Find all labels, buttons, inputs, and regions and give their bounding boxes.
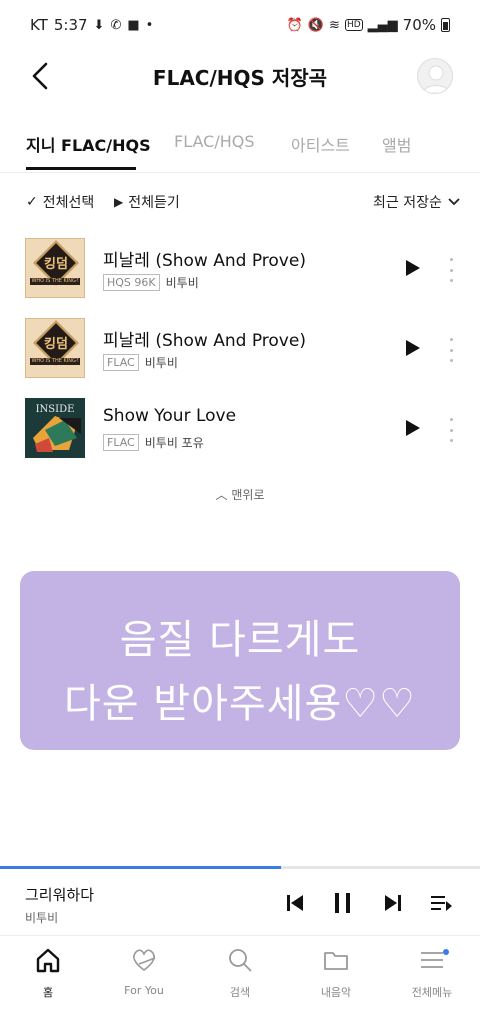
tab-album[interactable]: 앨범 — [382, 132, 411, 156]
nav-my-music[interactable]: 내음악 — [288, 946, 384, 1000]
message-icon: ■ — [127, 17, 140, 33]
track-title: Show Your Love — [103, 406, 237, 426]
heart-arrow-icon — [133, 949, 156, 971]
nav-label: 전체메뉴 — [411, 986, 453, 999]
play-all-label: 전체듣기 — [128, 195, 180, 211]
list-toolbar: ✓ 전체선택 ▶ 전체듣기 최근 저장순 — [0, 187, 480, 217]
nav-home[interactable]: 홈 — [0, 946, 96, 1000]
track-title: 피날레 (Show And Prove) — [103, 251, 306, 271]
track-title: 피날레 (Show And Prove) — [103, 331, 306, 351]
track-row[interactable]: 킹덤 WHO IS THE KING? 피날레 (Show And Prove)… — [0, 318, 480, 398]
album-cover: 킹덤 WHO IS THE KING? — [25, 238, 85, 298]
chevron-up-icon: ︿ — [215, 488, 228, 502]
next-button[interactable] — [381, 891, 405, 915]
menu-icon — [421, 952, 443, 968]
battery-percent: 70% — [402, 16, 436, 34]
nav-all-menu[interactable]: 전체메뉴 — [384, 946, 480, 1000]
nav-label: For You — [124, 984, 164, 997]
more-vertical-icon — [449, 418, 453, 421]
track-artist: 비투비 — [165, 276, 199, 290]
skip-next-icon — [385, 895, 401, 911]
app-header: FLAC/HQS 저장곡 — [0, 50, 480, 105]
cover-title: 킹덤 — [44, 257, 68, 272]
play-icon — [406, 260, 420, 276]
cover-band: WHO IS THE KING? — [30, 278, 80, 285]
mini-player[interactable]: 그리워하다 비투비 — [0, 869, 480, 935]
play-icon — [406, 420, 420, 436]
skip-previous-icon — [287, 895, 303, 911]
tab-artist[interactable]: 아티스트 — [291, 132, 350, 156]
playlist-icon — [431, 896, 452, 911]
hd-icon: HD — [344, 19, 363, 31]
clock: 5:37 — [53, 16, 88, 34]
more-options-button[interactable] — [441, 418, 461, 442]
track-row[interactable]: INSIDE Show Your Love FLAC 비투비 포유 — [0, 398, 480, 478]
home-icon — [36, 948, 60, 973]
notification-dot-icon: • — [145, 17, 154, 33]
play-icon — [406, 340, 420, 356]
active-tab-indicator — [26, 167, 136, 170]
album-cover: INSIDE — [25, 398, 85, 458]
album-cover: 킹덤 WHO IS THE KING? — [25, 318, 85, 378]
page-title: FLAC/HQS 저장곡 — [152, 66, 328, 90]
overlay-line-1: 음질 다르게도 — [119, 617, 361, 663]
search-icon — [229, 949, 252, 972]
carrier-label: KT — [30, 16, 48, 34]
battery-icon — [441, 18, 450, 32]
track-play-button[interactable] — [402, 338, 422, 358]
quality-badge: HQS 96K — [103, 274, 160, 291]
caption-overlay: 음질 다르게도 다운 받아주세용♡♡ — [20, 571, 460, 750]
wifi-icon: ≋ — [329, 17, 340, 33]
nav-search[interactable]: 검색 — [192, 946, 288, 1000]
cover-title: 킹덤 — [44, 337, 68, 352]
download-icon: ⬇ — [93, 17, 105, 33]
more-vertical-icon — [449, 258, 453, 261]
tab-genie-flac-hqs[interactable]: 지니 FLAC/HQS — [26, 132, 151, 156]
play-all-button[interactable]: ▶ 전체듣기 — [114, 192, 180, 212]
track-artist: 비투비 — [144, 356, 178, 370]
chevron-down-icon — [448, 198, 460, 206]
track-play-button[interactable] — [402, 418, 422, 438]
to-top-label: 맨위로 — [231, 488, 265, 502]
scroll-to-top-button[interactable]: ︿ 맨위로 — [0, 486, 480, 503]
more-options-button[interactable] — [441, 338, 461, 362]
alarm-icon: ⏰ — [286, 17, 303, 33]
signal-icon: ▂▄▆ — [367, 17, 398, 33]
sort-label: 최근 저장순 — [373, 195, 442, 211]
play-icon: ▶ — [114, 195, 124, 209]
select-all-button[interactable]: ✓ 전체선택 — [26, 192, 94, 212]
select-all-label: 전체선택 — [42, 195, 95, 211]
cover-art-shape — [33, 416, 81, 452]
mute-icon: 🔇 — [307, 17, 325, 33]
status-bar: KT 5:37 ⬇ ✆ ■ • ⏰ 🔇 ≋ HD ▂▄▆ 70% — [0, 0, 480, 50]
now-playing-artist: 비투비 — [25, 911, 59, 925]
missed-call-icon: ✆ — [110, 17, 122, 33]
folder-icon — [324, 952, 348, 970]
nav-label: 검색 — [229, 986, 251, 999]
profile-avatar[interactable] — [417, 58, 453, 94]
tab-bar: 지니 FLAC/HQS FLAC/HQS 아티스트 앨범 — [0, 118, 480, 173]
more-vertical-icon — [449, 338, 453, 341]
nav-label: 홈 — [42, 986, 54, 999]
track-row[interactable]: 킹덤 WHO IS THE KING? 피날레 (Show And Prove)… — [0, 238, 480, 318]
sort-dropdown[interactable]: 최근 저장순 — [373, 192, 461, 212]
quality-badge: FLAC — [103, 434, 139, 451]
playlist-button[interactable] — [429, 891, 453, 915]
quality-badge: FLAC — [103, 354, 139, 371]
overlay-line-2: 다운 받아주세용♡♡ — [63, 681, 417, 727]
track-play-button[interactable] — [402, 258, 422, 278]
now-playing-title: 그리워하다 — [25, 886, 95, 904]
new-badge-dot — [443, 949, 449, 955]
nav-for-you[interactable]: For You — [96, 946, 192, 997]
cover-band: WHO IS THE KING? — [30, 358, 80, 365]
tab-flac-hqs[interactable]: FLAC/HQS — [174, 132, 255, 151]
pause-icon — [335, 893, 350, 913]
check-icon: ✓ — [26, 194, 38, 210]
track-artist: 비투비 포유 — [144, 436, 204, 450]
nav-label: 내음악 — [320, 986, 352, 999]
more-options-button[interactable] — [441, 258, 461, 282]
pause-button[interactable] — [331, 891, 355, 915]
previous-button[interactable] — [283, 891, 307, 915]
bottom-navigation: 홈 For You 검색 내음악 전체메뉴 — [0, 935, 480, 1011]
